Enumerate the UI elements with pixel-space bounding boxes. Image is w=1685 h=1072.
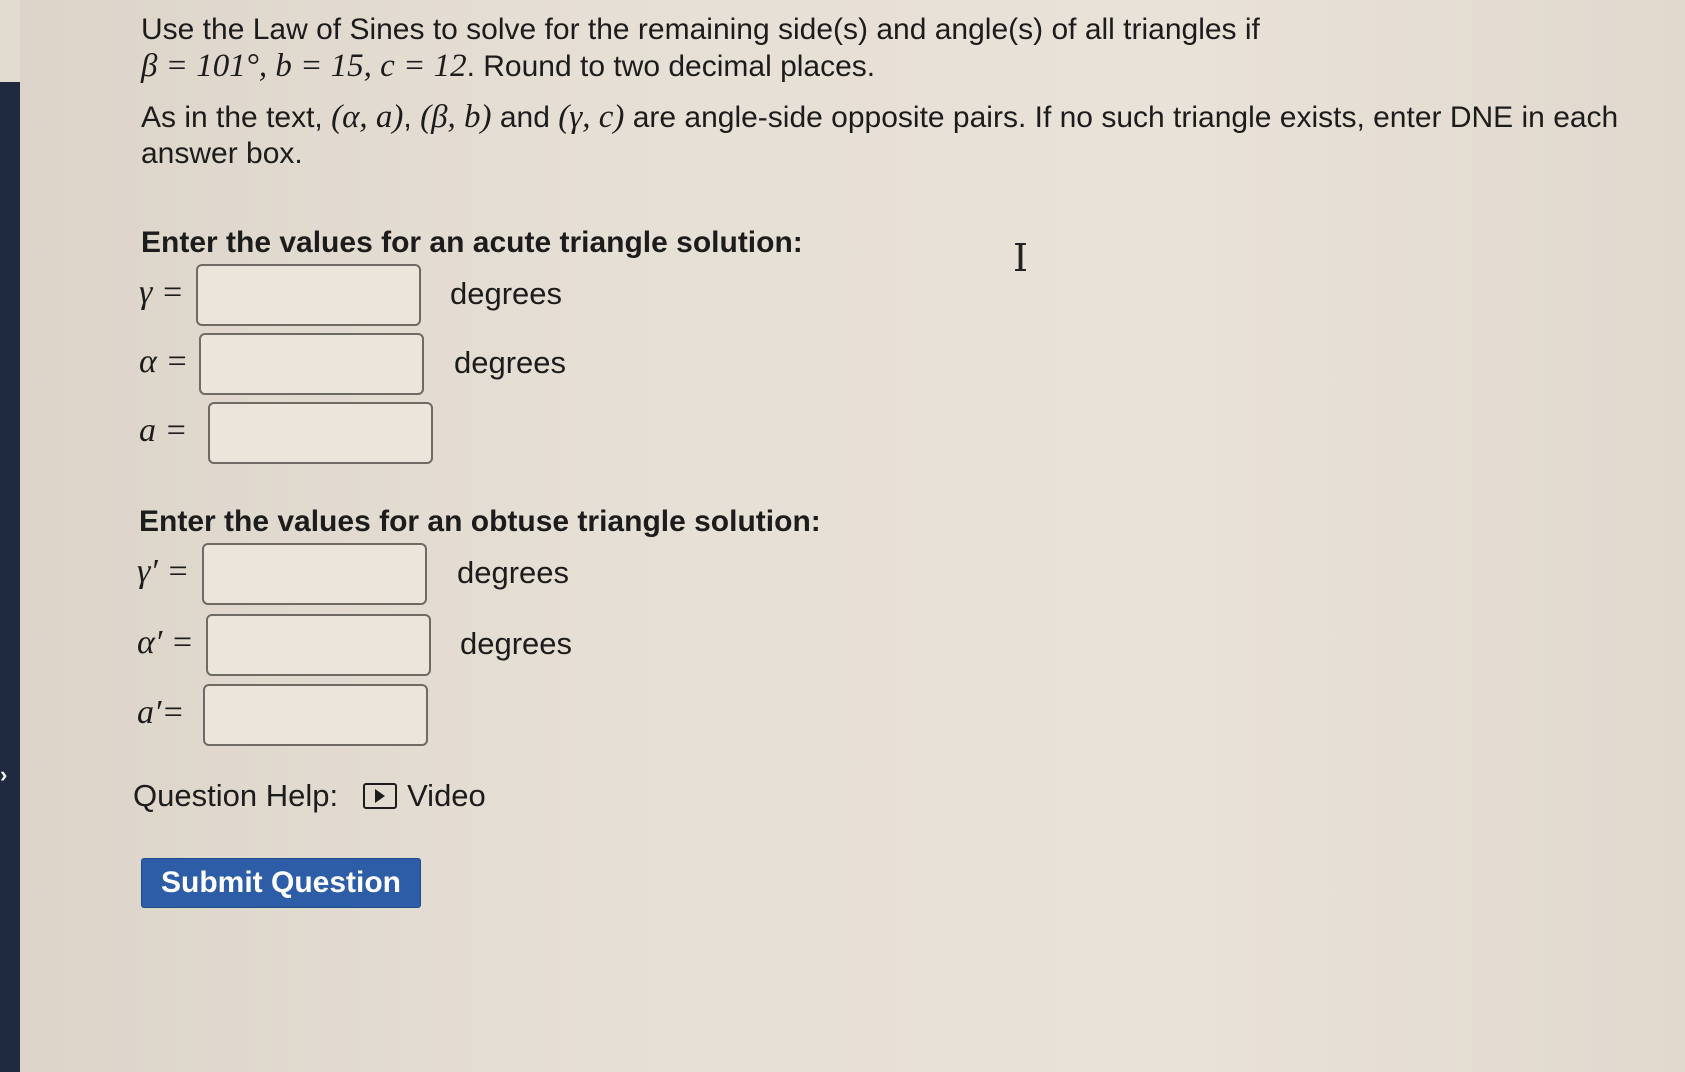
obtuse-gamma-row: γ′ = degrees: [137, 543, 737, 609]
acute-side-label: a =: [139, 412, 188, 449]
pair-separator: ,: [403, 101, 421, 134]
problem-statement: Use the Law of Sines to solve for the re…: [141, 12, 1641, 85]
acute-side-input[interactable]: [208, 402, 433, 464]
video-help-link[interactable]: Video: [363, 778, 486, 814]
obtuse-gamma-unit: degrees: [457, 555, 570, 590]
obtuse-gamma-label: γ′ =: [137, 553, 190, 590]
pair-beta-b: (β, b): [420, 99, 492, 135]
obtuse-alpha-unit: degrees: [460, 626, 573, 661]
edge-arrow-icon: ›: [0, 762, 8, 787]
problem-instructions: As in the text, (α, a), (β, b) and (γ, c…: [141, 99, 1641, 172]
acute-gamma-input[interactable]: [196, 264, 421, 326]
acute-alpha-label: α =: [139, 343, 189, 380]
problem-line1: Use the Law of Sines to solve for the re…: [141, 13, 1260, 46]
obtuse-alpha-input[interactable]: [206, 614, 431, 676]
instructions-start: As in the text,: [141, 101, 332, 134]
obtuse-alpha-label: α′ =: [137, 624, 194, 661]
acute-alpha-input[interactable]: [199, 333, 424, 395]
acute-gamma-label: γ =: [139, 274, 184, 311]
obtuse-side-label: a′=: [137, 694, 185, 731]
left-sidebar-edge: [0, 82, 20, 1072]
acute-alpha-unit: degrees: [454, 345, 567, 380]
acute-side-row: a =: [139, 402, 739, 468]
obtuse-gamma-input[interactable]: [202, 543, 427, 605]
pair-gamma-c: (γ, c): [558, 99, 625, 135]
obtuse-section-title: Enter the values for an obtuse triangle …: [139, 505, 821, 538]
video-link-label: Video: [407, 778, 486, 813]
question-text: Use the Law of Sines to solve for the re…: [141, 12, 1641, 172]
problem-rounding: . Round to two decimal places.: [466, 50, 876, 83]
obtuse-alpha-row: α′ = degrees: [137, 614, 737, 680]
question-help: Question Help: Video: [133, 778, 486, 814]
submit-question-button[interactable]: Submit Question: [141, 858, 421, 908]
pair-alpha-a: (α, a): [331, 99, 404, 135]
play-video-icon: [363, 783, 398, 809]
left-bar-top: [0, 0, 20, 82]
acute-gamma-unit: degrees: [450, 276, 563, 311]
acute-section-title: Enter the values for an acute triangle s…: [141, 226, 803, 259]
pair-and: and: [491, 101, 559, 134]
question-help-label: Question Help:: [133, 778, 339, 813]
text-cursor-icon: I: [1013, 236, 1029, 280]
acute-gamma-row: γ = degrees: [139, 264, 739, 330]
acute-alpha-row: α = degrees: [139, 333, 739, 399]
obtuse-side-row: a′=: [137, 684, 737, 750]
problem-given-values: β = 101°, b = 15, c = 12: [141, 48, 467, 84]
obtuse-side-input[interactable]: [203, 684, 428, 746]
